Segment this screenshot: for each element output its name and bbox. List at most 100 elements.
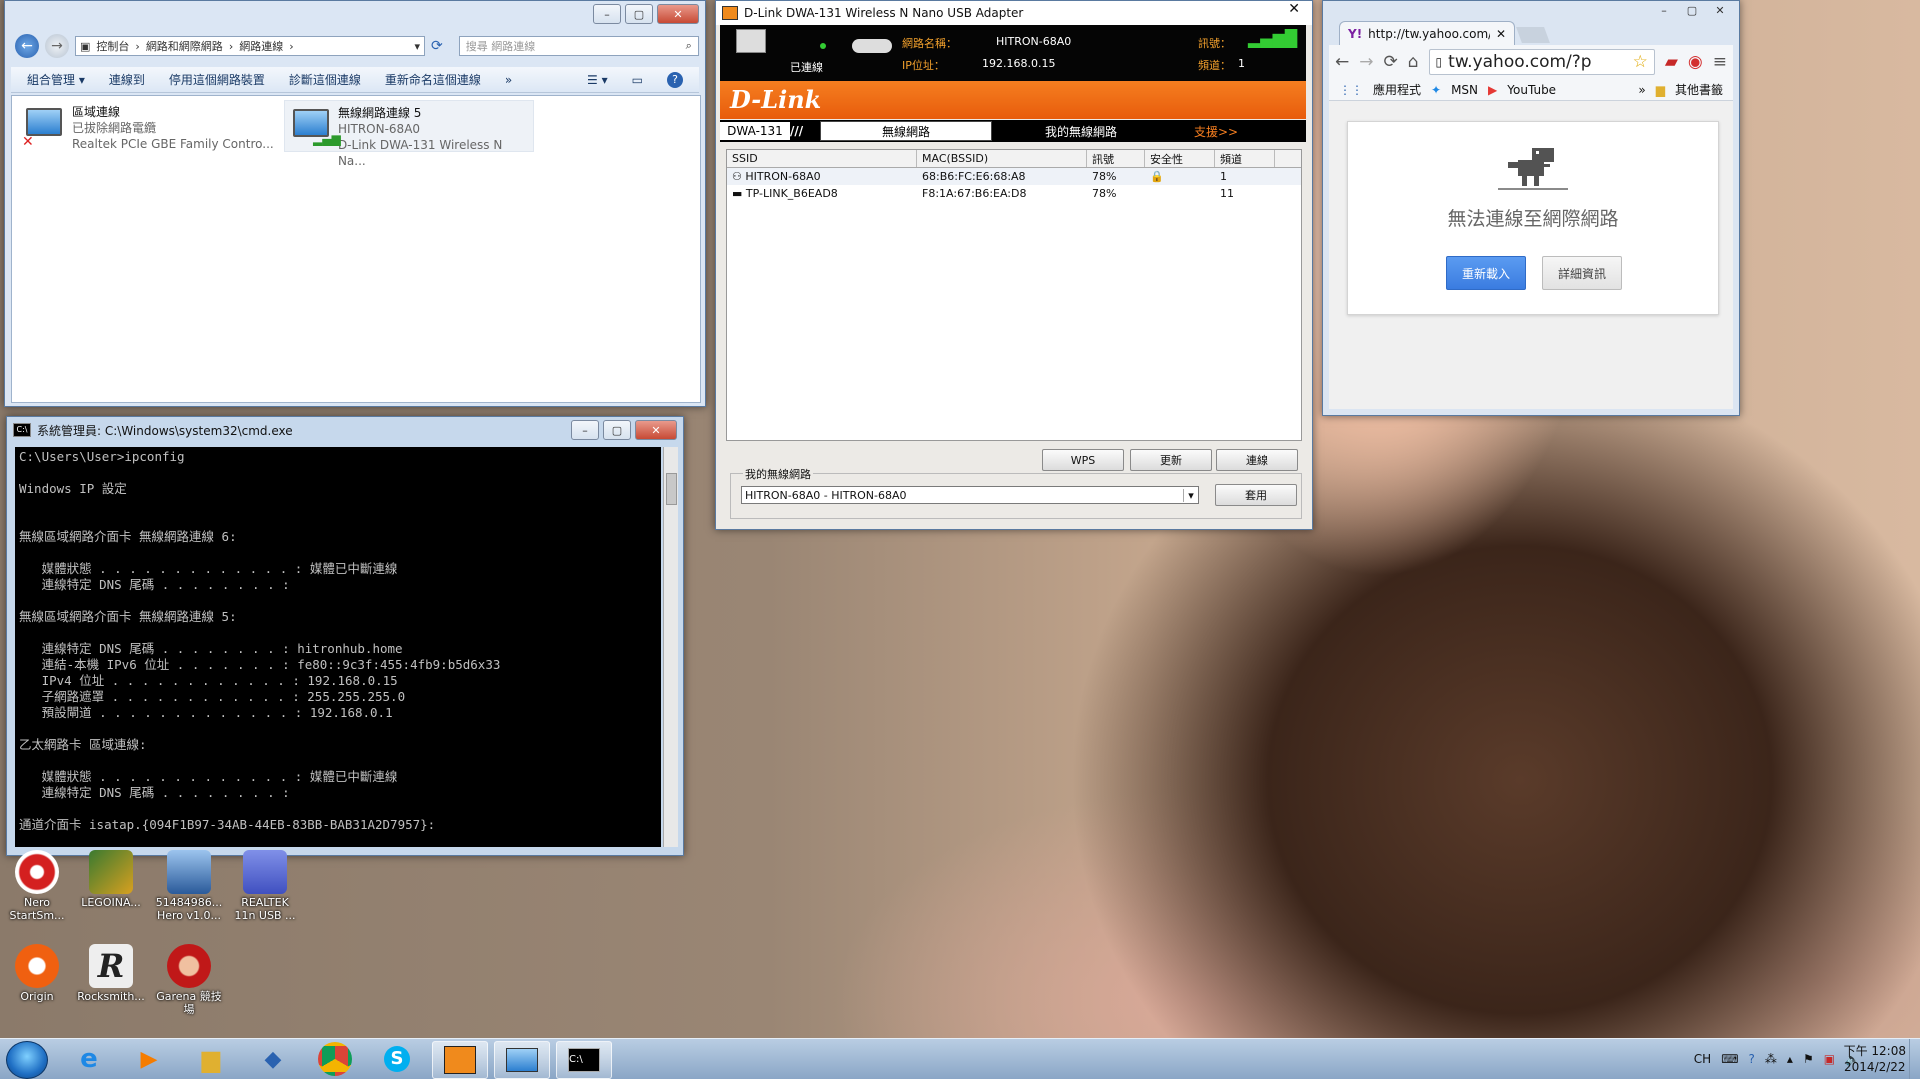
back-icon[interactable]: ← bbox=[15, 34, 39, 58]
bookmark-msn[interactable]: MSN bbox=[1451, 83, 1478, 97]
taskbar-ie[interactable]: e bbox=[62, 1041, 116, 1077]
close-button[interactable]: ✕ bbox=[1288, 1, 1300, 17]
ime-icon[interactable]: ⁂ bbox=[1765, 1052, 1777, 1066]
network-disconnected-icon[interactable]: ▣ bbox=[1824, 1052, 1835, 1066]
refresh-icon[interactable]: ⟳ bbox=[431, 38, 443, 54]
action-center-flag-icon[interactable]: ⚑ bbox=[1803, 1052, 1814, 1066]
browser-tab[interactable]: Y! http://tw.yahoo.com/?p ✕ bbox=[1339, 21, 1515, 45]
menu-icon[interactable]: ≡ bbox=[1713, 52, 1727, 72]
desktop-icon-nero[interactable]: Nero StartSm... bbox=[2, 850, 72, 922]
taskbar-network[interactable] bbox=[494, 1041, 550, 1079]
show-hidden-icons[interactable]: ▴ bbox=[1787, 1052, 1793, 1066]
diagnose-button[interactable]: 診斷這個連線 bbox=[289, 71, 361, 88]
desktop-icon-lego[interactable]: LEGOINA... bbox=[76, 850, 146, 909]
preview-pane-icon[interactable]: ▭ bbox=[632, 73, 643, 87]
taskbar-cmd[interactable]: C:\ bbox=[556, 1041, 612, 1079]
desktop-icon-ipa[interactable]: 51484986... Hero v1.0... bbox=[154, 850, 224, 922]
desktop-icon-origin[interactable]: Origin bbox=[2, 944, 72, 1003]
dlink-app-icon bbox=[722, 6, 738, 20]
apply-button[interactable]: 套用 bbox=[1215, 484, 1297, 506]
list-item[interactable]: ▂▄▆ 無線網路連線 5 HITRON-68A0 D-Link DWA-131 … bbox=[284, 100, 534, 168]
minimize-button[interactable]: – bbox=[1651, 1, 1677, 19]
desktop-icon-realtek[interactable]: REALTEK 11n USB ... bbox=[230, 850, 300, 922]
search-input[interactable]: 搜尋 網路連線 ⌕ bbox=[458, 36, 699, 56]
rename-button[interactable]: 重新命名這個連線 bbox=[385, 71, 481, 88]
link-status-dot bbox=[820, 43, 826, 49]
back-icon[interactable]: ← bbox=[1335, 52, 1349, 72]
close-button[interactable]: ✕ bbox=[635, 420, 677, 440]
toolbar-more-button[interactable]: » bbox=[505, 73, 512, 87]
list-item[interactable]: ✕ 區域連線 已拔除網路電纜 Realtek PCIe GBE Family C… bbox=[22, 104, 282, 152]
language-indicator[interactable]: CH bbox=[1694, 1052, 1711, 1066]
column-mac[interactable]: MAC(BSSID) bbox=[917, 150, 1087, 167]
taskbar-dlink[interactable] bbox=[432, 1041, 488, 1079]
close-button[interactable]: ✕ bbox=[1707, 1, 1733, 19]
scrollbar-thumb[interactable] bbox=[666, 473, 677, 505]
apps-icon[interactable]: ⋮⋮ bbox=[1339, 83, 1363, 97]
column-channel[interactable]: 頻道 bbox=[1215, 150, 1275, 167]
column-ssid[interactable]: SSID bbox=[727, 150, 917, 167]
help-icon[interactable]: ? bbox=[1749, 1052, 1755, 1066]
view-options-icon[interactable]: ☰ ▾ bbox=[587, 73, 608, 87]
tab-close-icon[interactable]: ✕ bbox=[1496, 27, 1506, 41]
bookmark-apps[interactable]: 應用程式 bbox=[1373, 81, 1421, 98]
other-bookmarks[interactable]: 其他書籤 bbox=[1675, 81, 1723, 98]
breadcrumb-item[interactable]: 網路和網際網路 bbox=[146, 38, 223, 54]
scrollbar[interactable] bbox=[663, 447, 678, 847]
channel-cell: 11 bbox=[1220, 187, 1234, 200]
bookmark-star-icon[interactable]: ☆ bbox=[1633, 52, 1648, 72]
desktop-icon-rocksmith[interactable]: R Rocksmith... bbox=[76, 944, 146, 1003]
wps-button[interactable]: WPS bbox=[1042, 449, 1124, 471]
breadcrumb[interactable]: ▣ 控制台 › 網路和網際網路 › 網路連線 › ▾ bbox=[75, 36, 425, 56]
start-button[interactable] bbox=[6, 1041, 48, 1079]
taskbar-explorer[interactable]: ▆ bbox=[184, 1041, 238, 1077]
new-tab-button[interactable] bbox=[1516, 27, 1550, 43]
opera-icon[interactable]: ◉ bbox=[1688, 52, 1703, 72]
taskbar-chrome[interactable] bbox=[308, 1041, 362, 1077]
connect-button[interactable]: 連線 bbox=[1216, 449, 1298, 471]
column-signal[interactable]: 訊號 bbox=[1087, 150, 1145, 167]
taskbar-media-player[interactable]: ▶ bbox=[122, 1041, 176, 1077]
forward-icon[interactable]: → bbox=[45, 34, 69, 58]
organize-button[interactable]: 組合管理 ▾ bbox=[27, 71, 85, 88]
ssid-cell: HITRON-68A0 bbox=[745, 170, 821, 183]
taskbar-skype[interactable]: S bbox=[370, 1041, 424, 1077]
taskbar-app[interactable]: ◆ bbox=[246, 1041, 300, 1077]
details-button[interactable]: 詳細資訊 bbox=[1542, 256, 1622, 290]
help-icon[interactable]: ? bbox=[667, 71, 683, 88]
chevron-down-icon[interactable]: ▾ bbox=[414, 40, 420, 53]
console-output[interactable]: C:\Users\User>ipconfig Windows IP 設定 無線區… bbox=[15, 447, 661, 847]
disable-device-button[interactable]: 停用這個網路裝置 bbox=[169, 71, 265, 88]
column-security[interactable]: 安全性 bbox=[1145, 150, 1215, 167]
extension-icon[interactable]: ▰ bbox=[1665, 52, 1678, 72]
home-icon[interactable]: ⌂ bbox=[1408, 52, 1419, 72]
table-row[interactable]: ⚇ HITRON-68A0 68:B6:FC:E6:68:A8 78% 🔒 1 bbox=[727, 168, 1301, 185]
minimize-button[interactable]: – bbox=[593, 4, 621, 24]
desktop-icon-garena[interactable]: Garena 競技場 bbox=[154, 944, 224, 1016]
breadcrumb-item[interactable]: 網路連線 bbox=[239, 38, 283, 54]
close-button[interactable]: ✕ bbox=[657, 4, 699, 24]
table-row[interactable]: ▬ TP-LINK_B6EAD8 F8:1A:67:B6:EA:D8 78% 1… bbox=[727, 185, 1301, 202]
tab-wireless-networks[interactable]: 無線網路 bbox=[820, 121, 992, 141]
forward-icon[interactable]: → bbox=[1359, 52, 1373, 72]
maximize-button[interactable]: ▢ bbox=[603, 420, 631, 440]
clock[interactable]: 下午 12:08 2014/2/22 bbox=[1844, 1043, 1906, 1075]
garena-icon bbox=[167, 944, 211, 988]
show-desktop-button[interactable] bbox=[1909, 1039, 1920, 1079]
tab-my-wireless-networks[interactable]: 我的無線網路 bbox=[996, 122, 1166, 140]
reload-button[interactable]: 重新載入 bbox=[1446, 256, 1526, 290]
reload-icon[interactable]: ⟳ bbox=[1384, 52, 1398, 72]
minimize-button[interactable]: – bbox=[571, 420, 599, 440]
chevron-down-icon[interactable]: ▾ bbox=[1183, 488, 1198, 502]
maximize-button[interactable]: ▢ bbox=[625, 4, 653, 24]
my-networks-select[interactable]: HITRON-68A0 - HITRON-68A0 ▾ bbox=[741, 486, 1199, 504]
breadcrumb-item[interactable]: 控制台 bbox=[96, 38, 129, 54]
tab-support[interactable]: 支援>> bbox=[1166, 122, 1266, 140]
refresh-button[interactable]: 更新 bbox=[1130, 449, 1212, 471]
connect-to-button[interactable]: 連線到 bbox=[109, 71, 145, 88]
bookmark-youtube[interactable]: YouTube bbox=[1507, 83, 1556, 97]
bookmarks-overflow[interactable]: » bbox=[1638, 83, 1645, 97]
url-bar[interactable]: ▯ tw.yahoo.com/?p ☆ bbox=[1428, 49, 1655, 75]
maximize-button[interactable]: ▢ bbox=[1679, 1, 1705, 19]
keyboard-icon[interactable]: ⌨ bbox=[1721, 1052, 1738, 1066]
